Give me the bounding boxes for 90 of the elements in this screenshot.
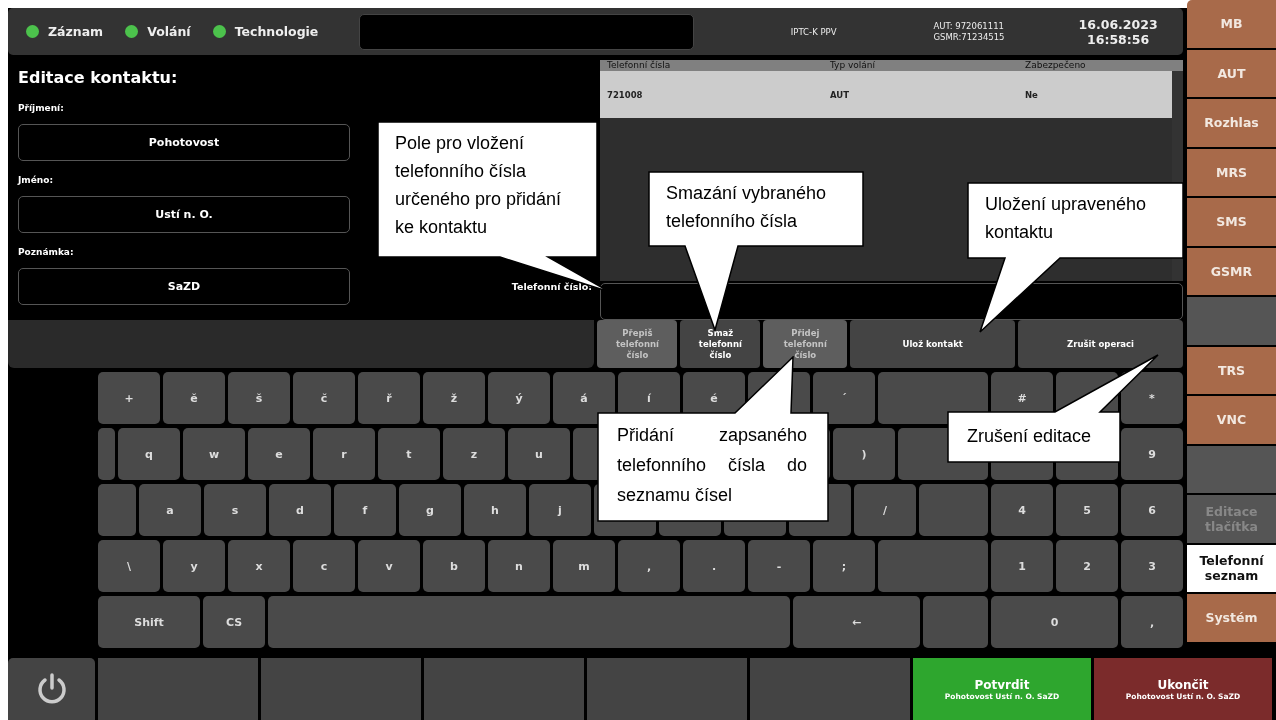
keyboard-key[interactable]: h [464, 484, 526, 536]
number-label: AUT: 972061111 [933, 20, 1005, 32]
field-label: Poznámka: [18, 247, 75, 258]
keyboard-key[interactable]: CS [203, 596, 265, 648]
input-field[interactable]: SaZD [18, 268, 350, 305]
keyboard-key[interactable]: r [313, 428, 375, 480]
keypad-key[interactable]: 1 [991, 540, 1053, 592]
table-row[interactable]: 721008 AUT Ne [600, 71, 1172, 118]
keyboard-key[interactable]: s [204, 484, 266, 536]
keyboard-key[interactable]: ; [813, 540, 875, 592]
keyboard-key[interactable]: w [183, 428, 245, 480]
keyboard-key[interactable]: z [443, 428, 505, 480]
sidebar-button[interactable]: MB [1187, 0, 1276, 48]
sidebar-button[interactable]: Telefonní seznam [1187, 544, 1276, 592]
action-button[interactable]: Smaž telefonní číslo [680, 320, 761, 368]
number-label: GSMR:71234515 [933, 31, 1006, 43]
keyboard-key[interactable]: ← [793, 596, 920, 648]
sidebar-button[interactable]: GSMR [1187, 247, 1276, 295]
keyboard-key[interactable]: á [553, 372, 615, 424]
phone-input-field[interactable] [600, 283, 1183, 320]
date-label: 16.06.2023 [1078, 16, 1158, 32]
action-button[interactable]: Zrušit operaci [1018, 320, 1183, 368]
keyboard-key[interactable]: 0 [991, 596, 1118, 648]
keyboard-key[interactable]: m [553, 540, 615, 592]
keyboard-key[interactable]: ´ [813, 372, 875, 424]
table-cell-text: 721008 [606, 89, 644, 100]
indicator-label: Záznam [48, 24, 104, 39]
keyboard-key[interactable]: y [163, 540, 225, 592]
keypad-key[interactable]: 9 [1121, 428, 1183, 480]
table-cell: Ne [1025, 89, 1038, 100]
keyboard-key[interactable] [878, 372, 988, 424]
keyboard-key[interactable]: ý [488, 372, 550, 424]
keypad-key[interactable]: 5 [1056, 484, 1118, 536]
column-header: Typ volání [830, 60, 877, 71]
keyboard-key[interactable]: ř [358, 372, 420, 424]
sidebar-button[interactable]: Rozhlas [1187, 99, 1276, 147]
keyboard-key[interactable]: Shift [98, 596, 200, 648]
sidebar-button[interactable]: VNC [1187, 396, 1276, 444]
keyboard-key[interactable]: t [378, 428, 440, 480]
keypad-key[interactable]: 6 [1121, 484, 1183, 536]
field-label: Jméno: [18, 175, 55, 186]
input-field[interactable]: Pohotovost [18, 124, 350, 161]
keyboard-key[interactable]: a [139, 484, 201, 536]
indicator-label: Technologie [234, 24, 319, 39]
keypad-key[interactable]: 2 [1056, 540, 1118, 592]
keyboard-key[interactable]: ě [163, 372, 225, 424]
station-name: IPTC-K PPV [789, 26, 838, 37]
keypad-key[interactable]: 3 [1121, 540, 1183, 592]
field-label: Příjmení: [18, 103, 65, 114]
keyboard-key[interactable]: , [1121, 596, 1183, 648]
sidebar-button[interactable]: TRS [1187, 346, 1276, 394]
column-header: Zabezpečeno [1025, 60, 1086, 71]
keyboard-key[interactable]: \ [98, 540, 160, 592]
keyboard-key[interactable]: j [529, 484, 591, 536]
keyboard-key[interactable]: e [248, 428, 310, 480]
keyboard-key[interactable]: f [334, 484, 396, 536]
keyboard-key[interactable]: + [98, 372, 160, 424]
keyboard-key[interactable]: . [683, 540, 745, 592]
keyboard-key[interactable]: x [228, 540, 290, 592]
keyboard-key[interactable]: q [118, 428, 180, 480]
sidebar-button[interactable]: AUT [1187, 49, 1276, 97]
keyboard-key[interactable]: / [854, 484, 916, 536]
keypad-key[interactable]: 4 [991, 484, 1053, 536]
sidebar-button[interactable]: Systém [1187, 594, 1276, 642]
form-title: Editace kontaktu: [18, 68, 179, 88]
table-cell-text: AUT [830, 89, 851, 100]
keyboard-key[interactable]: n [488, 540, 550, 592]
callout-tooltip: Uložení upraveného kontaktu [967, 182, 1185, 334]
keyboard-key[interactable]: ) [833, 428, 895, 480]
field-label: Telefonní číslo: [511, 281, 592, 292]
keyboard-key[interactable]: č [293, 372, 355, 424]
input-field[interactable]: Ustí n. O. [18, 196, 350, 233]
keyboard-key[interactable]: g [399, 484, 461, 536]
keyboard-key[interactable]: ž [423, 372, 485, 424]
keyboard-key[interactable]: c [293, 540, 355, 592]
power-button[interactable] [8, 658, 95, 720]
column-header: Telefonní čísla [606, 60, 672, 71]
action-button[interactable]: Ulož kontakt [850, 320, 1016, 368]
time-label: 16:58:56 [1087, 31, 1150, 47]
indicator-label: Volání [147, 24, 191, 39]
keyboard-key[interactable]: b [423, 540, 485, 592]
keyboard-key[interactable]: v [358, 540, 420, 592]
keyboard-key[interactable]: u [508, 428, 570, 480]
keyboard-key[interactable]: d [269, 484, 331, 536]
sidebar-button[interactable]: MRS [1187, 148, 1276, 196]
keyboard-key[interactable]: - [748, 540, 810, 592]
keyboard-key[interactable]: š [228, 372, 290, 424]
keypad-key[interactable]: * [1121, 372, 1183, 424]
sidebar-button[interactable]: SMS [1187, 198, 1276, 246]
keyboard-key[interactable]: , [618, 540, 680, 592]
